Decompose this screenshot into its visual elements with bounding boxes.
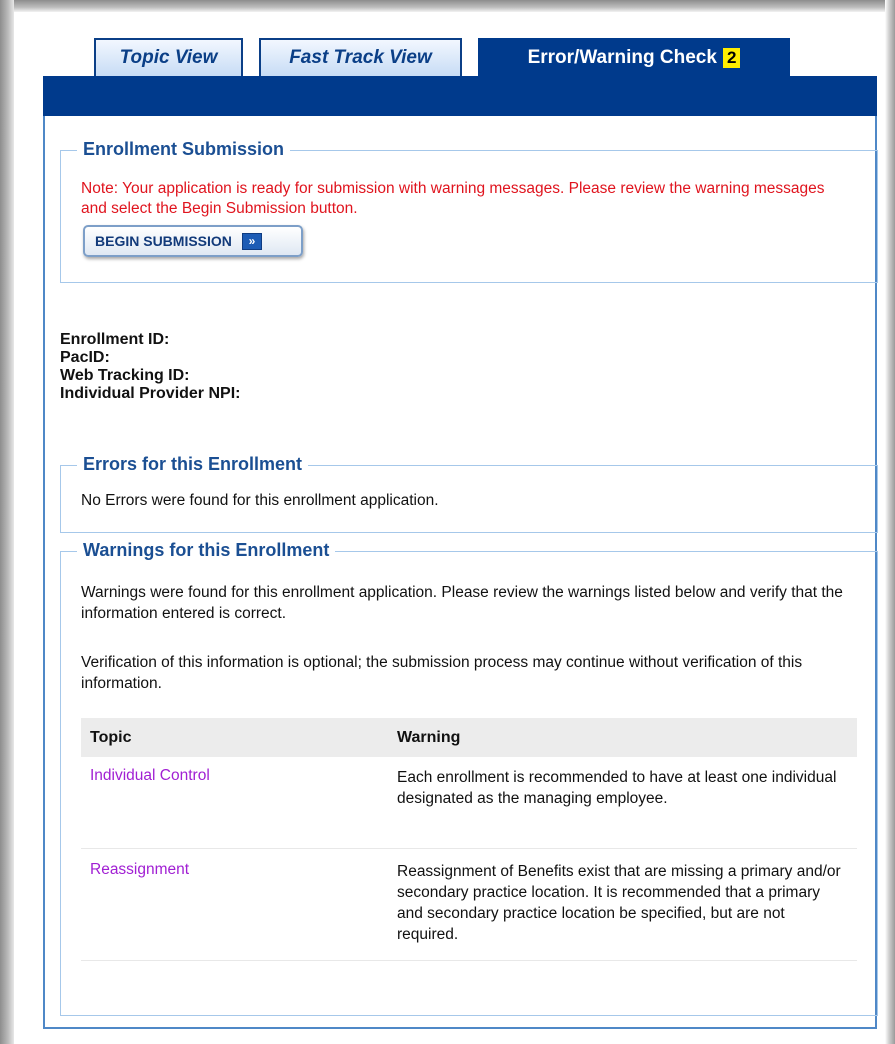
errors-box: Errors for this Enrollment No Errors wer… xyxy=(60,454,878,533)
individual-provider-npi-label: Individual Provider NPI: xyxy=(60,385,241,402)
enrollment-id-label: Enrollment ID: xyxy=(60,331,170,348)
table-header-row: Topic Warning xyxy=(81,718,857,757)
warnings-legend: Warnings for this Enrollment xyxy=(77,540,336,561)
window-frame-right xyxy=(885,0,895,1044)
warnings-box: Warnings for this Enrollment Warnings we… xyxy=(60,540,878,1016)
enrollment-submission-box: Enrollment Submission Note: Your applica… xyxy=(60,139,878,283)
warnings-verification-note: Verification of this information is opti… xyxy=(81,654,803,692)
pac-id-label: PacID: xyxy=(60,349,110,366)
web-tracking-id-label: Web Tracking ID: xyxy=(60,367,190,384)
window-frame-left xyxy=(0,0,14,1044)
tab-fast-track-view[interactable]: Fast Track View xyxy=(259,38,462,76)
column-header-warning: Warning xyxy=(397,728,461,746)
column-header-topic: Topic xyxy=(90,728,132,746)
enrollment-identifiers: Enrollment ID: PacID: Web Tracking ID: I… xyxy=(60,331,240,403)
tab-label: Error/Warning Check xyxy=(527,47,717,68)
window-frame-top xyxy=(0,0,895,12)
double-chevron-right-icon: » xyxy=(241,232,262,250)
warnings-intro: Warnings were found for this enrollment … xyxy=(81,584,843,622)
begin-submission-button[interactable]: BEGIN SUBMISSION » xyxy=(83,225,303,257)
tab-topic-view[interactable]: Topic View xyxy=(94,38,243,76)
warning-count-badge: 2 xyxy=(722,48,741,68)
tab-error-warning-check[interactable]: Error/Warning Check 2 xyxy=(478,38,790,76)
tab-label: Topic View xyxy=(119,47,218,68)
tab-label: Fast Track View xyxy=(289,47,432,68)
table-row: Reassignment Reassignment of Benefits ex… xyxy=(81,849,857,961)
warning-text: Reassignment of Benefits exist that are … xyxy=(397,863,841,943)
warning-text: Each enrollment is recommended to have a… xyxy=(397,769,837,807)
topic-link-individual-control[interactable]: Individual Control xyxy=(81,767,389,848)
topic-link-reassignment[interactable]: Reassignment xyxy=(81,861,389,960)
header-bar xyxy=(43,76,877,116)
table-row: Individual Control Each enrollment is re… xyxy=(81,757,857,849)
errors-legend: Errors for this Enrollment xyxy=(77,454,309,475)
begin-submission-label: BEGIN SUBMISSION xyxy=(95,233,232,249)
enrollment-submission-legend: Enrollment Submission xyxy=(77,139,291,160)
submission-note: Note: Your application is ready for subm… xyxy=(81,180,825,217)
errors-text: No Errors were found for this enrollment… xyxy=(81,492,439,509)
warnings-table: Topic Warning Individual Control Each en… xyxy=(81,718,857,961)
view-tabs: Topic View Fast Track View Error/Warning… xyxy=(94,38,790,76)
